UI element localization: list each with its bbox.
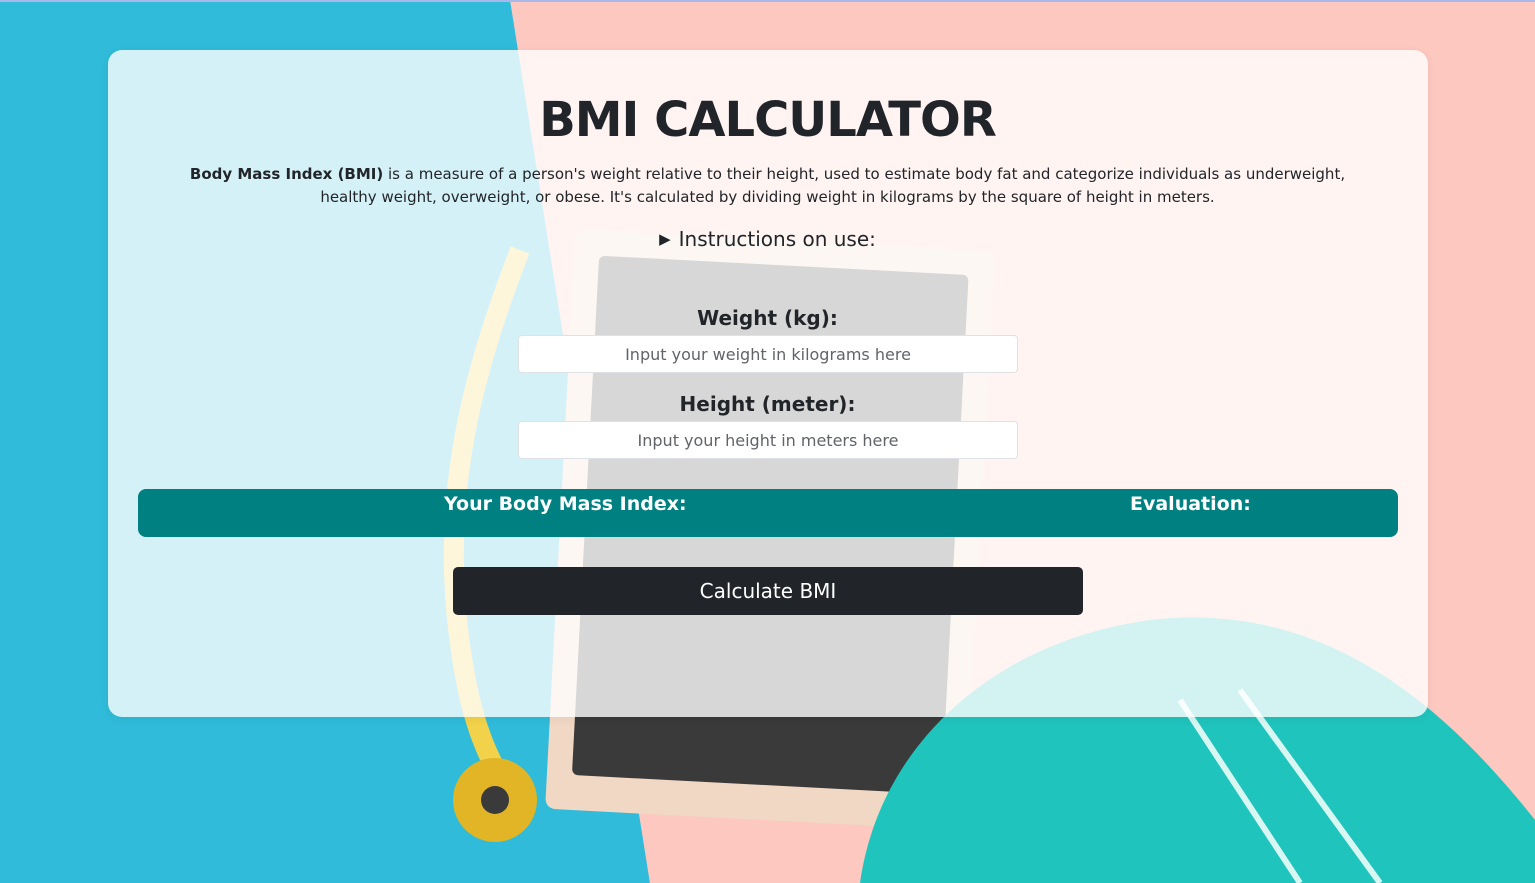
bmi-result-label: Your Body Mass Index: — [444, 493, 687, 515]
bmi-description: Body Mass Index (BMI) is a measure of a … — [170, 163, 1365, 209]
weight-label: Weight (kg): — [697, 306, 838, 330]
calculator-card — [108, 50, 1428, 717]
bmi-description-bold: Body Mass Index (BMI) — [189, 165, 384, 183]
height-label: Height (meter): — [679, 392, 856, 416]
weight-input[interactable] — [518, 335, 1018, 373]
height-input[interactable] — [518, 421, 1018, 459]
evaluation-label: Evaluation: — [1130, 493, 1251, 515]
disclosure-triangle-icon: ▶ — [659, 230, 671, 248]
instructions-label: Instructions on use: — [678, 227, 876, 251]
calculate-bmi-button[interactable]: Calculate BMI — [453, 567, 1083, 615]
instructions-toggle[interactable]: ▶ Instructions on use: — [0, 227, 1535, 251]
top-border-line — [0, 0, 1535, 2]
bmi-description-text: is a measure of a person's weight relati… — [320, 165, 1346, 206]
page-title: BMI CALCULATOR — [539, 92, 997, 148]
